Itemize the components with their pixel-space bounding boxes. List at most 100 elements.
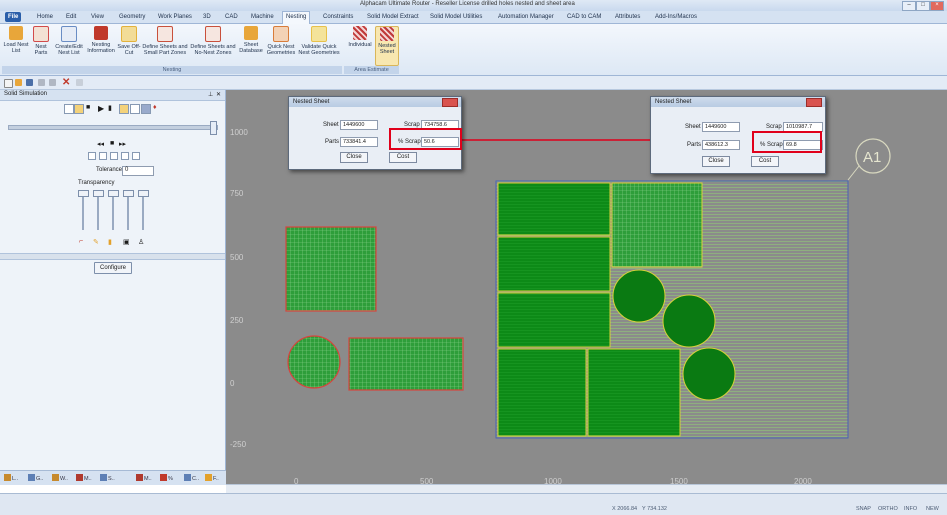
menu-tab-file[interactable]: File [5, 12, 22, 22]
transparency-slider-4[interactable] [127, 192, 129, 230]
transparency-thumb-2[interactable] [93, 190, 104, 197]
stop-sim-icon[interactable]: ■ [110, 140, 114, 147]
redo-icon[interactable] [49, 79, 56, 86]
create-edit-nest-list-button[interactable]: Create/Edit Nest List [53, 26, 85, 64]
sheet-database-button[interactable]: Sheet Database [238, 26, 264, 64]
save-icon[interactable] [26, 79, 33, 86]
ortho-toggle[interactable]: ORTHO [878, 506, 898, 512]
transparency-thumb-3[interactable] [108, 190, 119, 197]
validate-quick-nest-button[interactable]: Validate Quick Nest Geometries [298, 26, 340, 64]
menu-tab-home[interactable]: Home [34, 12, 56, 22]
cost-button[interactable]: Cost [751, 156, 779, 167]
transparency-slider-1[interactable] [82, 192, 84, 230]
person-icon[interactable]: ♙ [138, 238, 144, 246]
simulation-speed-slider[interactable] [8, 121, 218, 135]
define-sheets-no-nest-zones-button[interactable]: Define Sheets and No-Nest Zones [189, 26, 237, 64]
transparency-thumb-5[interactable] [138, 190, 149, 197]
open-folder-icon[interactable] [15, 79, 22, 86]
maximize-button[interactable]: □ [916, 1, 930, 11]
view-icon-3[interactable] [110, 152, 118, 160]
sim-tool-icon-4[interactable] [130, 104, 140, 114]
transparency-slider-3[interactable] [112, 192, 114, 230]
sim-tool-icon-6[interactable]: ♦ [153, 104, 161, 112]
menu-tab-machine[interactable]: Machine [248, 12, 277, 22]
panel-tab-8[interactable]: C.. [184, 474, 199, 482]
configure-button[interactable]: Configure [94, 262, 132, 274]
panel-tab-1[interactable]: L.. [4, 474, 18, 482]
transparency-thumb-1[interactable] [78, 190, 89, 197]
menu-tab-add-ins-macros[interactable]: Add-Ins/Macros [652, 12, 700, 22]
close-button[interactable]: Close [340, 152, 368, 163]
panel-tab-7[interactable]: % [160, 474, 173, 482]
new-file-icon[interactable] [4, 79, 13, 88]
sim-tool-icon-3[interactable] [119, 104, 129, 114]
menu-tab-nesting[interactable]: Nesting [282, 11, 311, 24]
info-toggle[interactable]: INFO [904, 506, 917, 512]
panel-tab-3[interactable]: W.. [52, 474, 68, 482]
nested-part[interactable] [497, 292, 611, 348]
load-nest-list-button[interactable]: Load Nest List [3, 26, 29, 64]
panel-tab-4[interactable]: M.. [76, 474, 92, 482]
menu-tab-view[interactable]: View [88, 12, 107, 22]
save-off-cut-button[interactable]: Save Off-Cut [117, 26, 141, 64]
panel-splitter[interactable] [0, 253, 225, 260]
nested-part[interactable] [611, 182, 703, 268]
tolerance-input[interactable]: 0 [122, 166, 154, 176]
new-toggle[interactable]: NEW [926, 506, 939, 512]
nested-part[interactable] [497, 182, 611, 236]
minimize-button[interactable]: – [902, 1, 916, 11]
snap-toggle[interactable]: SNAP [856, 506, 871, 512]
part-icon[interactable]: ▣ [123, 238, 130, 246]
nested-part[interactable] [497, 348, 587, 437]
drawing-canvas[interactable]: 1000 750 500 250 0 -250 0 500 1000 1500 … [226, 90, 947, 486]
nested-circle[interactable] [682, 347, 736, 401]
menu-tab-work-planes[interactable]: Work Planes [155, 12, 195, 22]
nested-sheet-button[interactable]: Nested Sheet [375, 26, 399, 66]
view-icon-1[interactable] [88, 152, 96, 160]
pin-icon[interactable]: ⊥ [208, 91, 213, 98]
part-circle[interactable] [287, 335, 341, 389]
step-back-icon[interactable]: ◂◂ [97, 140, 104, 148]
view-icon-5[interactable] [132, 152, 140, 160]
customize-icon[interactable] [76, 79, 83, 86]
nested-circle[interactable] [612, 269, 666, 323]
quick-nest-geometries-button[interactable]: Quick Nest Geometries [265, 26, 297, 64]
define-sheets-small-part-zones-button[interactable]: Define Sheets and Small Part Zones [142, 26, 188, 64]
view-icon-2[interactable] [99, 152, 107, 160]
cost-button[interactable]: Cost [389, 152, 417, 163]
sim-tool-icon-1[interactable] [64, 104, 74, 114]
nested-part[interactable] [587, 348, 681, 437]
tool-icon[interactable]: ⌐ [79, 238, 83, 245]
panel-tab-9[interactable]: F.. [205, 474, 219, 482]
nest-parts-button[interactable]: Nest Parts [30, 26, 52, 64]
nested-part[interactable] [497, 236, 611, 292]
view-icon-4[interactable] [121, 152, 129, 160]
menu-tab-geometry[interactable]: Geometry [116, 12, 148, 22]
slider-thumb[interactable] [210, 121, 217, 135]
delete-icon[interactable]: ✕ [62, 78, 70, 88]
close-panel-icon[interactable]: ✕ [216, 91, 221, 98]
dialog-close-icon[interactable] [806, 98, 822, 107]
holder-icon[interactable]: ▮ [108, 238, 112, 246]
transparency-slider-5[interactable] [142, 192, 144, 230]
panel-tab-2[interactable]: G.. [28, 474, 43, 482]
pause-icon[interactable]: ▮ [108, 104, 116, 112]
menu-tab-3d[interactable]: 3D [200, 12, 214, 22]
pencil-icon[interactable]: ✎ [93, 238, 99, 246]
menu-tab-cad[interactable]: CAD [222, 12, 241, 22]
step-forward-icon[interactable]: ▸▸ [119, 140, 126, 148]
transparency-slider-2[interactable] [97, 192, 99, 230]
transparency-thumb-4[interactable] [123, 190, 134, 197]
part-rect-wide[interactable] [348, 337, 464, 391]
menu-tab-automation-manager[interactable]: Automation Manager [495, 12, 557, 22]
dialog-close-icon[interactable] [442, 98, 458, 107]
stop-icon[interactable]: ■ [86, 104, 94, 112]
sim-tool-icon-5[interactable] [141, 104, 151, 114]
close-button[interactable]: Close [702, 156, 730, 167]
menu-tab-solid-model-extract[interactable]: Solid Model Extract [364, 12, 422, 22]
part-rect-large[interactable] [285, 226, 377, 312]
nesting-information-button[interactable]: Nesting Information [86, 26, 116, 64]
close-window-button[interactable]: × [930, 1, 944, 11]
horizontal-scrollbar[interactable] [226, 484, 947, 493]
undo-icon[interactable] [38, 79, 45, 86]
